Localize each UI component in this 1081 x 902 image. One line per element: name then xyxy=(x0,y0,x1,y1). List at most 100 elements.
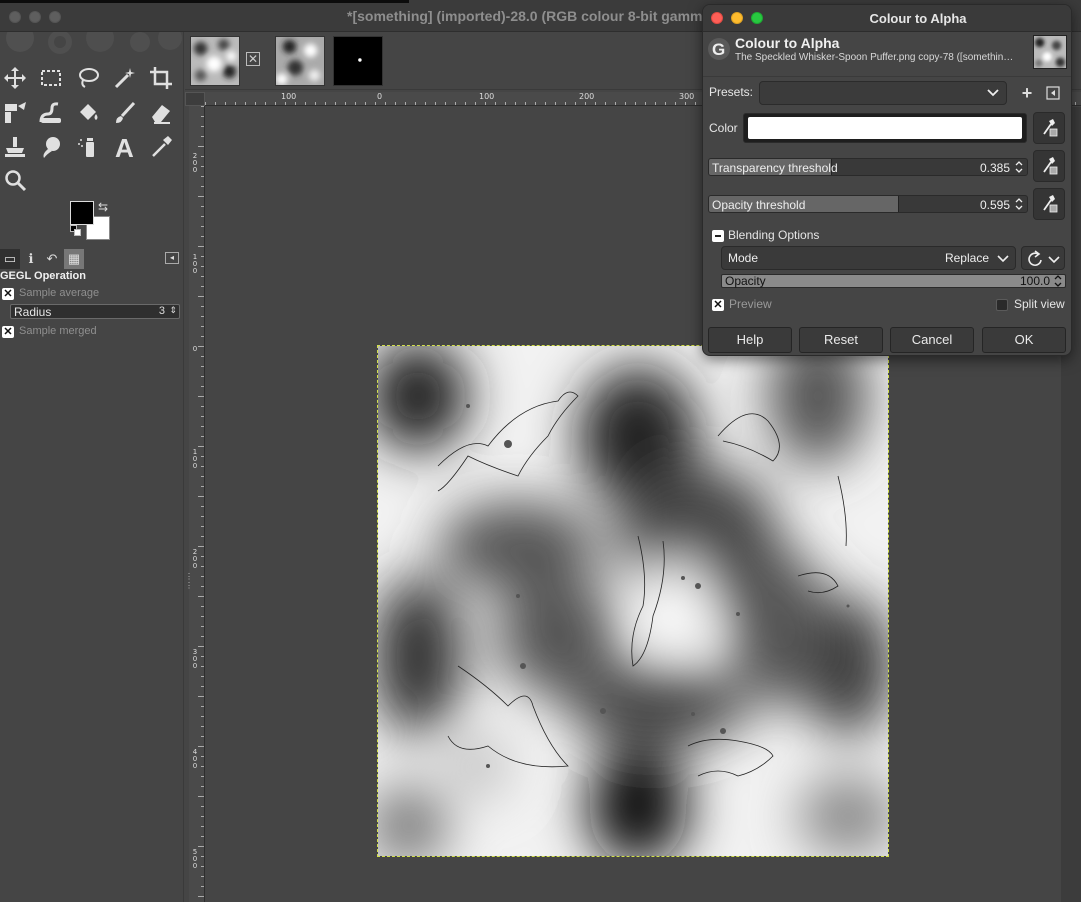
dialog-header: G Colour to Alpha The Speckled Whisker-S… xyxy=(703,33,1071,73)
dialog-header-subtitle: The Speckled Whisker-Spoon Puffer.png co… xyxy=(735,52,1014,63)
opacity-threshold-scale[interactable]: Opacity threshold 0.595 xyxy=(708,195,1028,213)
close-image-icon[interactable]: ✕ xyxy=(246,52,260,66)
vruler-label-500: 5 0 0 xyxy=(192,848,198,870)
image-thumbnail-1[interactable] xyxy=(190,36,240,86)
composite-mode-button[interactable] xyxy=(1021,246,1065,270)
tool-options-title: GEGL Operation xyxy=(0,270,86,282)
zoom-icon[interactable] xyxy=(0,165,30,195)
eyedropper-icon xyxy=(1043,195,1058,213)
undo-history-tab-icon[interactable]: ↶ xyxy=(42,249,62,269)
split-view-label: Split view xyxy=(1014,297,1065,311)
canvas-image[interactable] xyxy=(377,345,889,857)
spin-arrows-icon[interactable] xyxy=(1053,275,1063,287)
hruler-label-m100: 100 xyxy=(281,92,297,101)
chevron-down-icon xyxy=(997,255,1009,263)
opacity-eyedropper-button[interactable] xyxy=(1033,188,1065,220)
images-tab-icon[interactable]: ▦ xyxy=(64,249,84,269)
airbrush-icon[interactable] xyxy=(73,132,103,162)
mode-label: Mode xyxy=(728,251,759,265)
crop-icon[interactable] xyxy=(146,63,176,93)
transparency-threshold-label: Transparency threshold xyxy=(712,161,838,175)
mode-combo[interactable]: Mode Replace xyxy=(721,246,1016,270)
noise-image xyxy=(378,346,888,856)
dock-resize-handle[interactable]: ⋮ ⋮ xyxy=(185,572,193,602)
colour-to-alpha-dialog: Colour to Alpha G Colour to Alpha The Sp… xyxy=(702,4,1072,356)
color-swatch-fill xyxy=(748,117,1022,139)
hruler-label-300: 300 xyxy=(679,92,695,101)
wilber-drop-area[interactable] xyxy=(0,32,184,58)
clone-icon[interactable] xyxy=(0,132,30,162)
lasso-icon[interactable] xyxy=(73,63,103,93)
add-preset-icon[interactable]: + xyxy=(1017,83,1037,103)
vruler-label-0: 0 xyxy=(192,345,198,353)
dialog-header-separator xyxy=(703,76,1071,77)
rect-select-icon[interactable] xyxy=(36,63,66,93)
image-thumbnail-2[interactable] xyxy=(275,36,325,86)
blending-options-expander[interactable] xyxy=(712,230,724,242)
vruler-label-200: 2 0 0 xyxy=(192,548,198,570)
preview-checkbox[interactable]: ✕ xyxy=(712,299,724,311)
move-icon[interactable] xyxy=(0,63,30,93)
color-eyedropper-button[interactable] xyxy=(1033,112,1065,144)
vruler-label-400: 4 0 0 xyxy=(192,748,198,770)
transparency-eyedropper-button[interactable] xyxy=(1033,150,1065,182)
spin-arrows-icon[interactable]: ⇕ xyxy=(169,305,177,316)
hruler-label-0: 0 xyxy=(377,92,383,101)
dialog-header-title: Colour to Alpha xyxy=(735,35,840,51)
opacity-scale[interactable]: Opacity 100.0 xyxy=(721,274,1066,288)
composite-cycle-icon xyxy=(1028,250,1060,267)
opacity-label: Opacity xyxy=(725,274,766,288)
help-button[interactable]: Help xyxy=(708,327,792,353)
image-thumbnail-3[interactable] xyxy=(333,36,383,86)
sample-average-checkbox[interactable]: ✕ xyxy=(2,288,14,300)
dialog-title: Colour to Alpha xyxy=(869,11,967,26)
sample-merged-checkbox[interactable]: ✕ xyxy=(2,326,14,338)
dock-tabs: ▭ ℹ ↶ ▦ ◂ xyxy=(0,249,184,271)
tool-options-tab-icon[interactable]: ▭ xyxy=(0,249,20,269)
swap-colors-icon[interactable]: ⇆ xyxy=(98,200,108,214)
presets-menu-icon[interactable] xyxy=(1043,83,1063,103)
cancel-button[interactable]: Cancel xyxy=(890,327,974,353)
vruler-label-m200: 2 0 0 xyxy=(192,152,198,174)
default-colors-icon[interactable] xyxy=(70,225,82,237)
ruler-corner-button[interactable] xyxy=(185,92,205,106)
warp-icon[interactable] xyxy=(36,98,66,128)
foreground-color-swatch[interactable] xyxy=(70,201,94,225)
opacity-threshold-label: Opacity threshold xyxy=(712,198,806,212)
device-status-tab-icon[interactable]: ℹ xyxy=(21,249,41,269)
top-strip xyxy=(0,0,409,3)
hruler-label-100: 100 xyxy=(479,92,495,101)
color-label: Color xyxy=(709,121,738,135)
vruler-label-300: 3 0 0 xyxy=(192,648,198,670)
smudge-icon[interactable] xyxy=(36,132,66,162)
vruler-label-100: 1 0 0 xyxy=(192,448,198,470)
vruler-ticks xyxy=(198,106,204,897)
color-button[interactable] xyxy=(743,113,1027,143)
reset-button[interactable]: Reset xyxy=(799,327,883,353)
paintbrush-icon[interactable] xyxy=(110,98,140,128)
transparency-threshold-value: 0.385 xyxy=(979,161,1010,175)
color-picker-icon[interactable] xyxy=(146,132,176,162)
transform-icon[interactable] xyxy=(0,98,30,128)
spin-arrows-icon[interactable] xyxy=(1014,160,1024,174)
transparency-threshold-scale[interactable]: Transparency threshold 0.385 xyxy=(708,158,1028,176)
ok-button[interactable]: OK xyxy=(982,327,1066,353)
radius-spinscale[interactable]: Radius 3 ⇕ xyxy=(10,304,180,319)
opacity-threshold-value: 0.595 xyxy=(979,198,1010,212)
text-icon[interactable]: A xyxy=(110,132,140,162)
split-view-checkbox[interactable] xyxy=(996,299,1008,311)
spin-arrows-icon[interactable] xyxy=(1014,197,1024,211)
dialog-titlebar: Colour to Alpha xyxy=(703,5,1071,32)
svg-text:A: A xyxy=(115,134,134,160)
radius-value: 3 xyxy=(158,305,165,317)
presets-combo[interactable] xyxy=(759,81,1007,105)
eraser-icon[interactable] xyxy=(146,98,176,128)
presets-label: Presets: xyxy=(709,85,754,99)
opacity-value: 100.0 xyxy=(1019,274,1050,288)
toolbox: A ⇆ ▭ ℹ ↶ ▦ ◂ GEGL Operation ✕ Sample av… xyxy=(0,32,184,902)
radius-label: Radius xyxy=(14,305,52,319)
fuzzy-select-icon[interactable] xyxy=(110,63,140,93)
sample-average-label: Sample average xyxy=(19,287,100,299)
dock-menu-icon[interactable]: ◂ xyxy=(165,252,179,264)
bucket-fill-icon[interactable] xyxy=(73,98,103,128)
